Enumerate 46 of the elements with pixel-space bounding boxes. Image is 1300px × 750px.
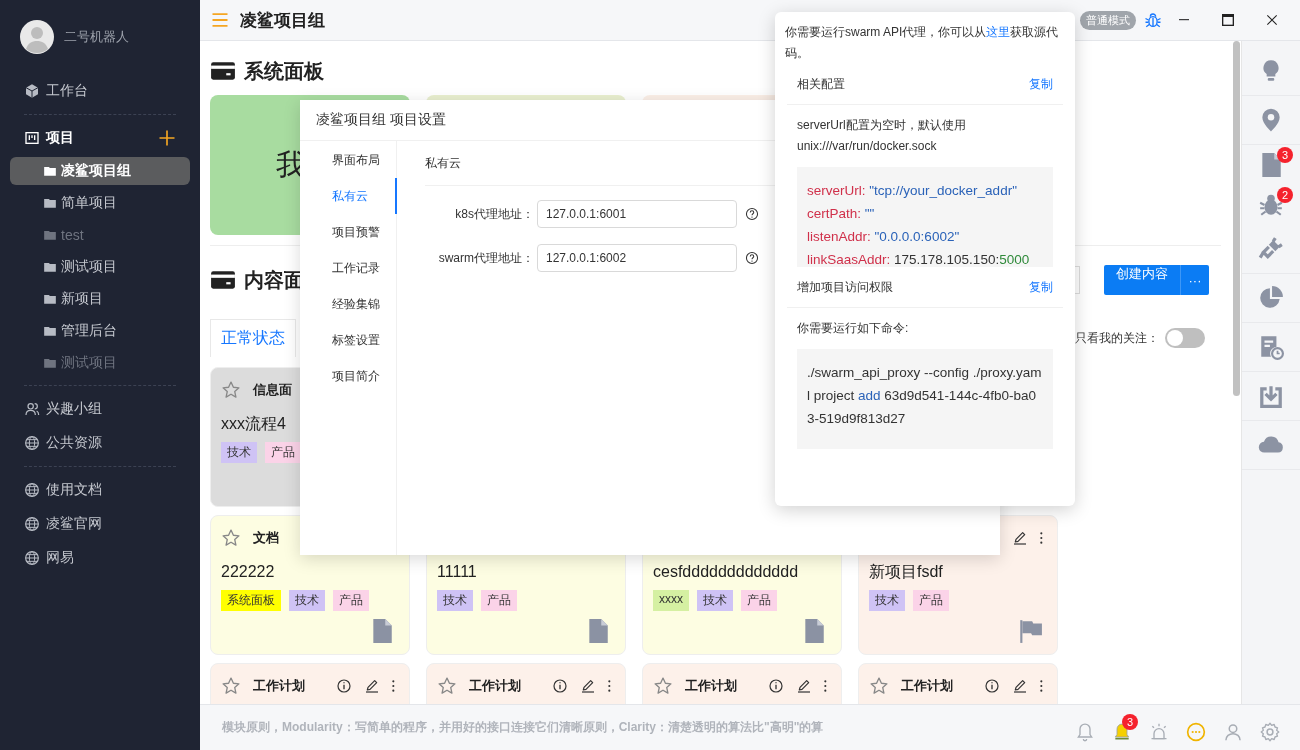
count-badge: 3 [1122, 713, 1138, 730]
code-line: serverUrl: "tcp://your_docker_addr" [807, 182, 1018, 200]
page-title: 凌鲨项目组 [240, 9, 325, 32]
card-text: 222222 [221, 562, 276, 582]
code-line: listenAddr: "0.0.0.0:6002" [807, 228, 961, 246]
card-text: cesfddddddddddddd [653, 562, 800, 582]
section-title: 私有云 [425, 154, 461, 172]
filter-label: 只看我的关注： [1075, 329, 1159, 347]
section-heading: 系统面板 [244, 58, 324, 84]
code-line: ./swarm_api_proxy --config ./proxy.yaml project add 63d9d541-144c-4fb0-ba03-519d9f813d27 [807, 364, 1043, 428]
section-title: 相关配置 [797, 75, 846, 93]
tag: 技术 [289, 590, 325, 611]
tag: 产品 [481, 590, 517, 611]
card-text: 11111 [437, 562, 478, 582]
card-title: 工作计划 [253, 677, 306, 695]
code-line: linkSaasAddr: 175.178.105.150:5000 [807, 251, 1031, 267]
tag: xxxx [653, 590, 689, 611]
tag: 产品 [913, 590, 949, 611]
user-name: 二号机器人 [64, 28, 129, 46]
tag: 技术 [221, 442, 257, 463]
tag: 技术 [869, 590, 905, 611]
intro-text: 你需要运行swarm API代理，你可以从这里获取源代码。 [784, 24, 1060, 62]
card-title: 工作计划 [469, 677, 522, 695]
card-text: 新项目fsdf [869, 562, 944, 582]
tag: 产品 [265, 442, 301, 463]
count-badge: 2 [1277, 187, 1293, 203]
field-label: swarm代理地址： [437, 249, 534, 267]
note-text: serverUrl配置为空时，默认使用unix:///var/run/docker.sock [796, 117, 967, 155]
field-label: k8s代理地址： [454, 205, 534, 223]
tag: 产品 [741, 590, 777, 611]
note-text: 你需要运行如下命令: [796, 320, 910, 337]
card-title: 工作计划 [901, 677, 954, 695]
card-text: xxx流程4 [221, 414, 287, 434]
card-title: 文档 [253, 529, 280, 547]
section-label: 项目 [46, 129, 75, 147]
dialog-title: 凌鲨项目组 项目设置 [316, 111, 446, 129]
card-title: 信息面 [253, 381, 293, 399]
tag: 系统面板 [221, 590, 281, 611]
tag: 技术 [437, 590, 473, 611]
code-line: certPath: "" [807, 205, 876, 223]
tag: 产品 [333, 590, 369, 611]
count-badge: 3 [1277, 147, 1293, 163]
tag: 技术 [697, 590, 733, 611]
section-title: 增加项目访问权限 [797, 278, 894, 296]
marquee-text: 模块原则，Modularity：写简单的程序，并用好的接口连接它们清晰原则，Clarity：清楚透明的算法比"高明"的算 [222, 719, 825, 736]
card-title: 工作计划 [685, 677, 738, 695]
